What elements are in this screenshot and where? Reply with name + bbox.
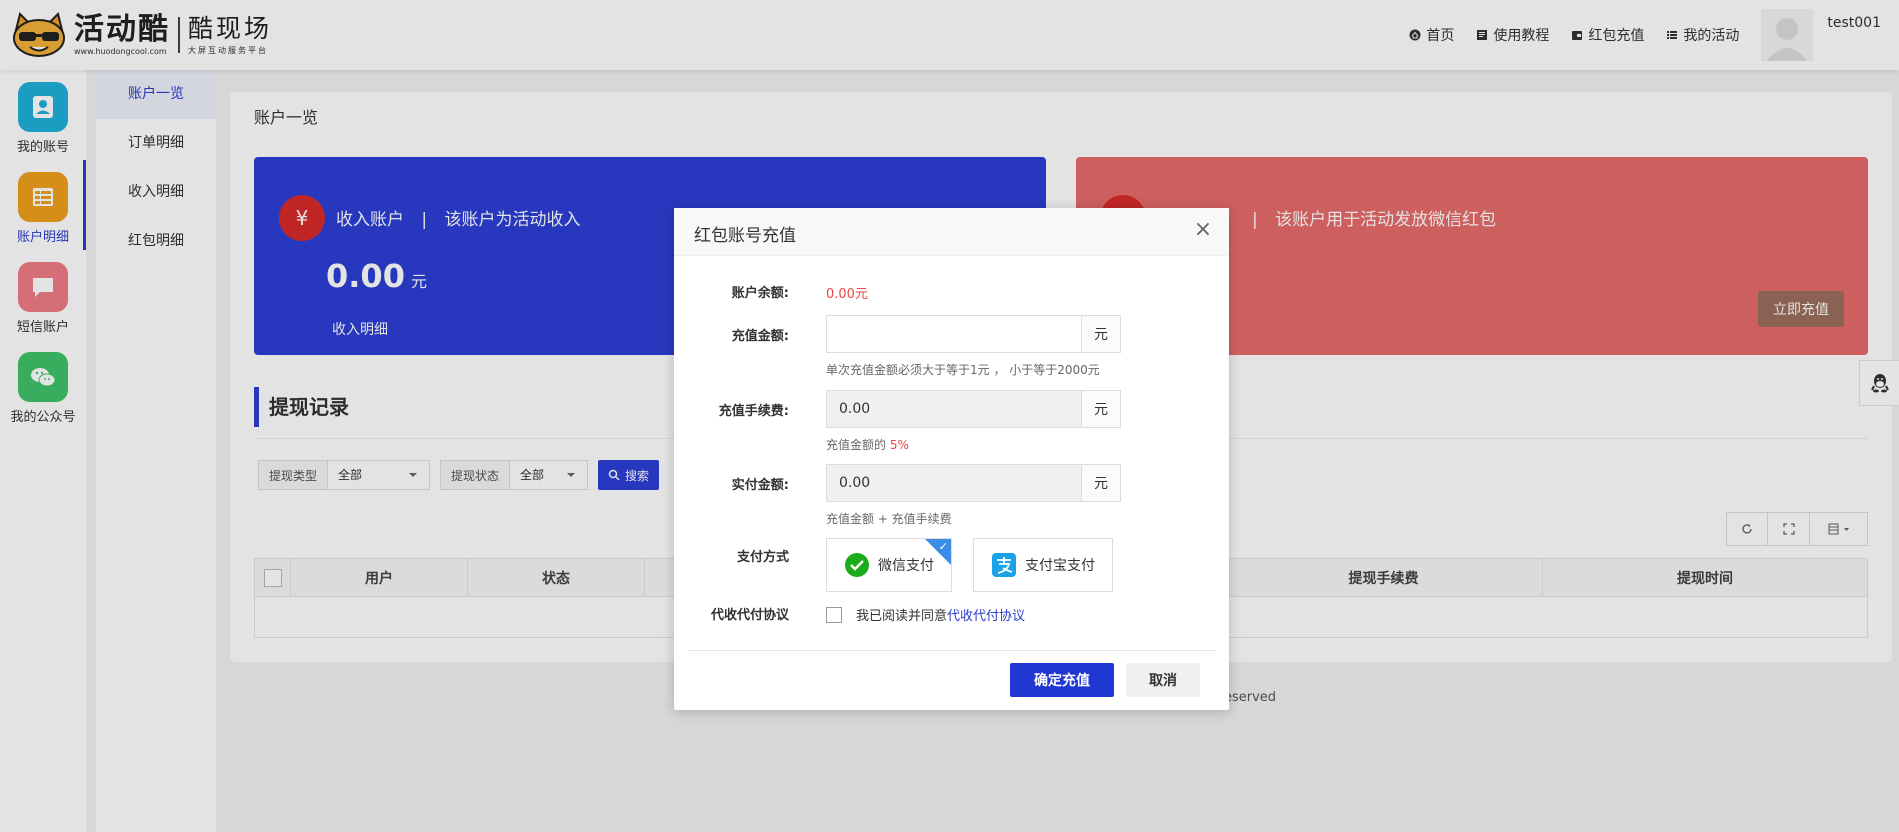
cancel-button[interactable]: 取消 — [1126, 663, 1200, 697]
confirm-recharge-button[interactable]: 确定充值 — [1010, 663, 1114, 697]
close-icon[interactable]: × — [1193, 219, 1213, 241]
agree-checkbox[interactable] — [826, 607, 842, 623]
amount-hint: 单次充值金额必须大于等于1元 ， 小于等于2000元 — [826, 363, 1100, 377]
check-icon: ✓ — [938, 540, 948, 553]
alipay-icon — [992, 553, 1016, 577]
paid-hint: 充值金额 + 充值手续费 — [826, 512, 952, 526]
wechat-pay-option[interactable]: 微信支付 ✓ — [826, 538, 952, 592]
wechat-pay-icon — [845, 553, 869, 577]
dialog-title: 红包账号充值 — [694, 226, 796, 246]
recharge-fee-field: 0.00 — [826, 390, 1082, 428]
balance-value: 0.00元 — [826, 287, 868, 302]
agreement-link[interactable]: 代收代付协议 — [947, 609, 1025, 624]
alipay-option[interactable]: 支付宝支付 — [973, 538, 1113, 592]
recharge-amount-input[interactable] — [826, 315, 1082, 353]
fee-hint: 充值金额的 5% — [826, 438, 909, 452]
recharge-dialog: 红包账号充值 × 账户余额: 0.00元 充值金额: 元 单次充值金额必须大于等… — [674, 208, 1229, 710]
dialog-divider — [688, 650, 1215, 651]
paid-amount-field: 0.00 — [826, 464, 1082, 502]
